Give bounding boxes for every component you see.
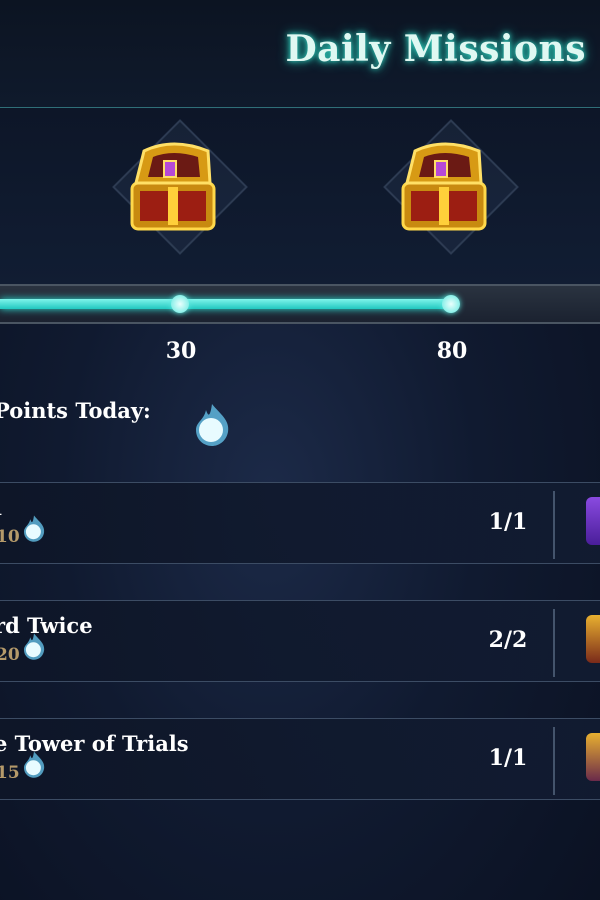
mission-row[interactable]: rd Twice 20 2/2 xyxy=(0,600,600,682)
milestone-dot-30 xyxy=(171,295,189,313)
mission-points: 20 xyxy=(0,645,20,665)
purple-crystal-icon[interactable] xyxy=(586,497,600,545)
mission-row[interactable]: l 10 1/1 xyxy=(0,482,600,564)
mission-progress: 1/1 xyxy=(488,509,528,535)
progress-fill xyxy=(0,299,450,309)
milestone-label-80: 80 xyxy=(436,338,468,364)
treasure-chest-icon xyxy=(130,142,216,231)
blue-flame-icon xyxy=(24,751,45,778)
row-divider xyxy=(553,609,555,677)
treasure-chest-icon xyxy=(401,142,487,231)
mission-name: l xyxy=(0,495,2,520)
mission-points: 15 xyxy=(0,763,20,783)
row-divider xyxy=(553,491,555,559)
gold-chest-icon[interactable] xyxy=(586,615,600,663)
mission-progress: 2/2 xyxy=(488,627,528,653)
header-bar: Daily Missions xyxy=(0,0,600,108)
blue-flame-icon xyxy=(24,633,45,660)
milestone-chest-80[interactable] xyxy=(371,119,531,271)
row-divider xyxy=(553,727,555,795)
mission-points: 10 xyxy=(0,527,20,547)
milestone-label-30: 30 xyxy=(165,338,197,364)
milestone-chest-30[interactable] xyxy=(100,119,260,271)
points-today-label: Points Today: xyxy=(0,398,151,423)
rewards-panel xyxy=(0,109,600,285)
blue-flame-icon xyxy=(196,404,229,446)
mission-row[interactable]: e Tower of Trials 15 1/1 xyxy=(0,718,600,800)
blue-flame-icon xyxy=(24,515,45,542)
mission-progress: 1/1 xyxy=(488,745,528,771)
page-title: Daily Missions xyxy=(285,28,586,70)
milestone-dot-80 xyxy=(442,295,460,313)
gold-chest-icon[interactable] xyxy=(586,733,600,781)
points-progress-bar xyxy=(0,284,600,324)
